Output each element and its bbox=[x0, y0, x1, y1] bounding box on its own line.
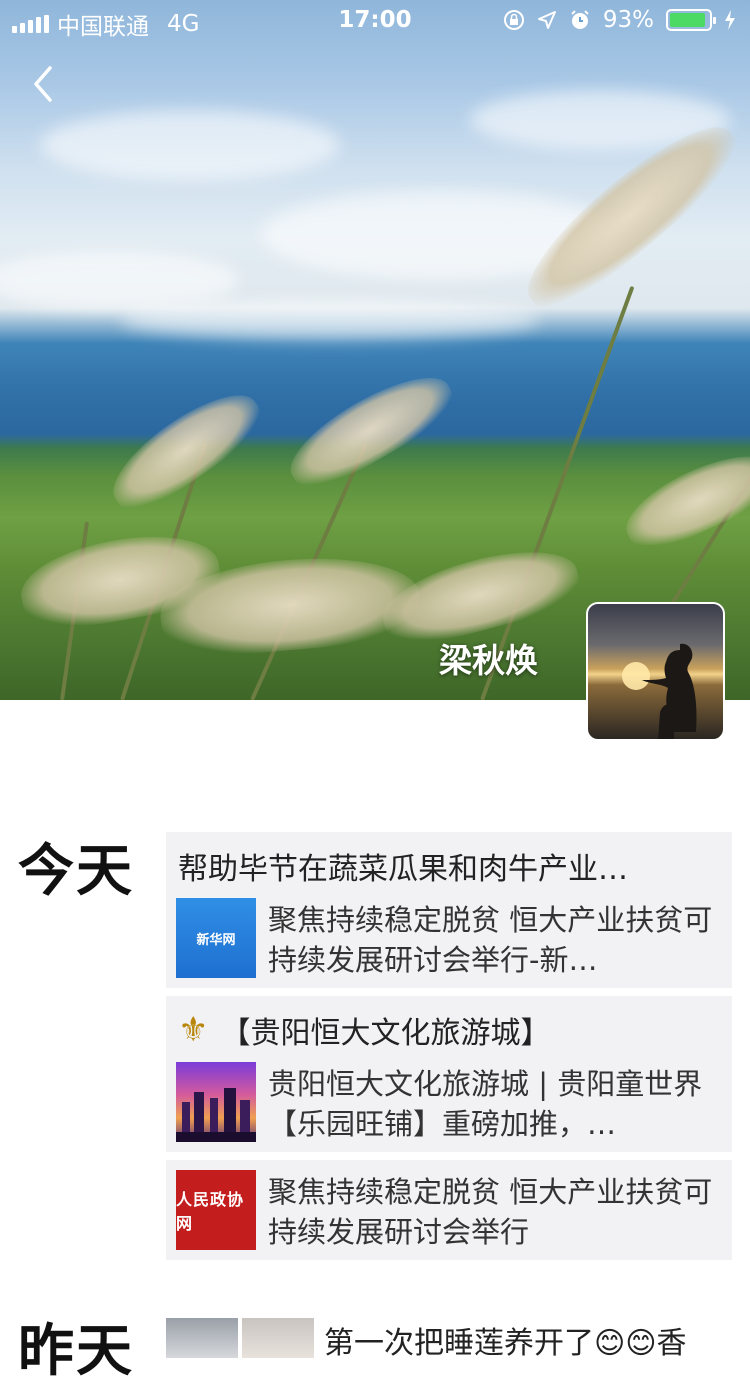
city-night-image bbox=[176, 1062, 256, 1142]
photo-thumb[interactable] bbox=[166, 1318, 238, 1358]
avatar-image bbox=[622, 643, 697, 739]
entry-desc: 聚焦持续稳定脱贫 恒大产业扶贫可持续发展研讨会举行-新… bbox=[268, 903, 713, 977]
status-bar: 中国联通 4G 17:00 93% bbox=[0, 0, 750, 40]
thumb-text: 新华网 bbox=[196, 932, 236, 948]
status-right: 93% bbox=[503, 7, 736, 33]
entry-title: ⚜ 【贵阳恒大文化旅游城】 bbox=[178, 1008, 718, 1052]
feed-entry[interactable]: 人民政协网 聚焦持续稳定脱贫 恒大产业扶贫可持续发展研讨会举行 bbox=[166, 1160, 732, 1260]
location-icon bbox=[537, 11, 556, 29]
profile-name: 梁秋焕 bbox=[439, 641, 538, 680]
day-label-yesterday: 昨天 bbox=[18, 1319, 134, 1384]
partial-post-text[interactable]: 第一次把睡莲养开了😊😊香 bbox=[324, 1318, 687, 1362]
orientation-lock-icon bbox=[503, 10, 524, 30]
rmzx-logo: 人民政协网 bbox=[176, 1170, 256, 1250]
entry-title-text: 帮助毕节在蔬菜瓜果和肉牛产业… bbox=[178, 852, 628, 887]
feed-entry[interactable]: 帮助毕节在蔬菜瓜果和肉牛产业… 新华网 聚焦持续稳定脱贫 恒大产业扶贫可持续发展… bbox=[166, 832, 732, 988]
thumb-text: 人民政协网 bbox=[176, 1190, 245, 1233]
feed-entry[interactable]: ⚜ 【贵阳恒大文化旅游城】 贵阳恒大文化旅游城 | 贵阳童世界【乐园旺铺】重磅加… bbox=[166, 996, 732, 1152]
entry-desc: 贵阳恒大文化旅游城 | 贵阳童世界【乐园旺铺】重磅加推，… bbox=[268, 1067, 703, 1141]
photo-thumb[interactable] bbox=[242, 1318, 314, 1358]
day-label-today: 今天 bbox=[18, 839, 134, 904]
entry-title: 帮助毕节在蔬菜瓜果和肉牛产业… bbox=[178, 844, 718, 888]
back-button[interactable] bbox=[26, 62, 66, 106]
charging-icon bbox=[725, 10, 735, 30]
entry-title-text: 【贵阳恒大文化旅游城】 bbox=[220, 1016, 551, 1051]
xinhua-news-logo: 新华网 bbox=[176, 898, 256, 978]
entry-desc: 聚焦持续稳定脱贫 恒大产业扶贫可持续发展研讨会举行 bbox=[268, 1175, 713, 1249]
battery-icon bbox=[666, 9, 716, 31]
chevron-left-icon bbox=[34, 66, 52, 102]
fleur-de-lis-icon: ⚜ bbox=[178, 1010, 209, 1050]
alarm-icon bbox=[571, 10, 589, 29]
city-skyline bbox=[176, 1088, 256, 1142]
avatar[interactable] bbox=[586, 602, 725, 741]
battery-percent: 93% bbox=[602, 7, 654, 33]
cover-photo[interactable] bbox=[0, 0, 750, 700]
